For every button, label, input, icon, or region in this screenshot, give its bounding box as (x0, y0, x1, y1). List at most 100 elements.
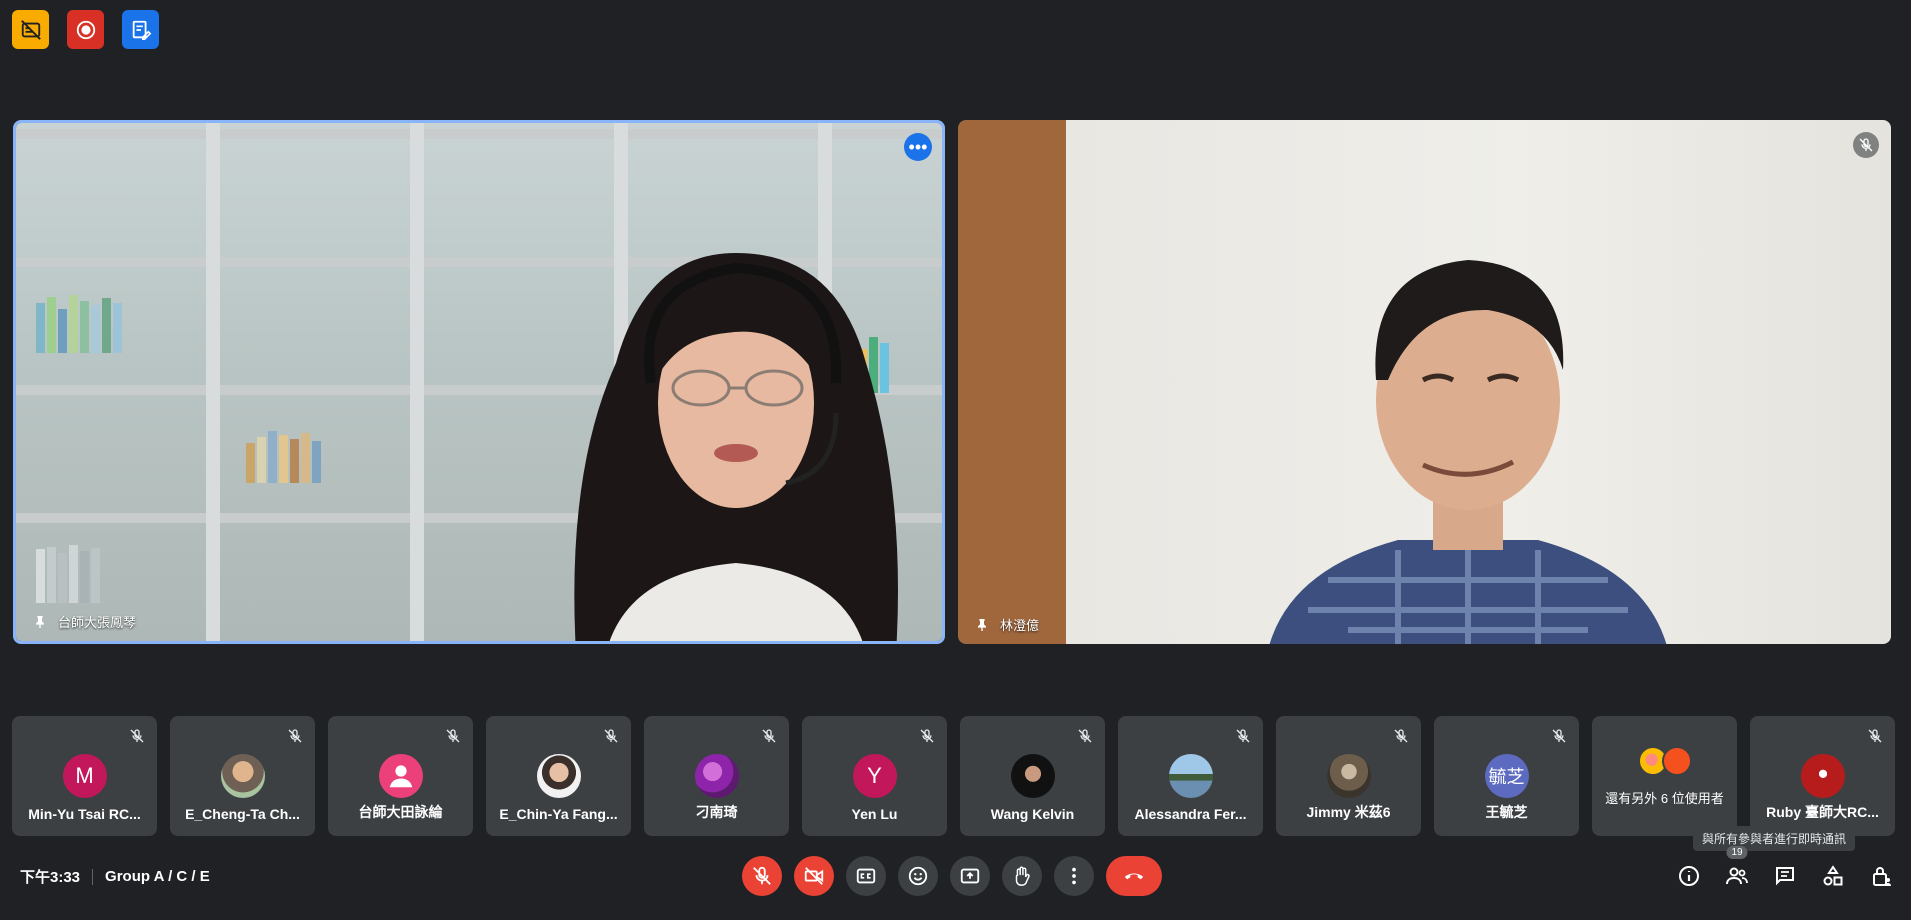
participant-tile[interactable]: Y Yen Lu (802, 716, 947, 836)
closed-captions-icon (856, 868, 876, 884)
others-count-label: 還有另外 6 位使用者 (1605, 791, 1724, 806)
main-video-tile-1[interactable]: ••• 台師大張鳳琴 (13, 120, 945, 644)
mic-toggle-button[interactable] (742, 856, 782, 896)
mic-off-icon (762, 729, 776, 743)
notes-indicator[interactable] (122, 10, 159, 49)
hangup-icon (1124, 873, 1144, 880)
tile-mic-off-badge (1853, 132, 1879, 158)
mic-off-icon (604, 729, 618, 743)
notes-icon (132, 20, 151, 40)
participant-tile[interactable]: M Min-Yu Tsai RC... (12, 716, 157, 836)
mic-off-icon (1868, 729, 1882, 743)
meeting-name: Group A / C / E (105, 868, 210, 885)
pin-icon[interactable] (974, 617, 990, 633)
participant-name: Yen Lu (851, 806, 898, 822)
avatar-logo (1800, 754, 1845, 798)
participant-name: Ruby 臺師大RC... (1766, 804, 1879, 820)
books-decor (246, 423, 321, 483)
mic-off-icon (1394, 729, 1408, 743)
reactions-button[interactable] (898, 856, 938, 896)
participant-tile[interactable]: E_Cheng-Ta Ch... (170, 716, 315, 836)
pin-icon[interactable] (32, 614, 48, 630)
people-button[interactable]: 19 (1721, 846, 1753, 892)
more-horiz-icon: ••• (908, 137, 928, 157)
mic-off-icon (1552, 729, 1566, 743)
side-panel-controls: 19 (1673, 846, 1897, 892)
people-count-badge: 19 (1726, 846, 1748, 859)
avatar-photo (694, 754, 739, 798)
avatar: Y (852, 754, 897, 798)
avatar-photo (1326, 754, 1371, 798)
raise-hand-button[interactable] (1002, 856, 1042, 896)
participant-name: Wang Kelvin (990, 806, 1075, 822)
record-icon (76, 20, 95, 39)
captions-off-icon (20, 19, 41, 40)
leave-call-button[interactable] (1106, 856, 1162, 896)
present-screen-button[interactable] (950, 856, 990, 896)
main-tile-name: 林澄億 (1000, 618, 1040, 633)
info-icon (1679, 866, 1699, 886)
person-icon (389, 765, 412, 788)
chat-button[interactable] (1769, 860, 1801, 892)
main-tile-name-label: 台師大張鳳琴 (32, 612, 136, 631)
more-vert-icon (1072, 867, 1076, 885)
participant-tile[interactable]: Wang Kelvin (960, 716, 1105, 836)
main-tile-name: 台師大張鳳琴 (58, 615, 137, 630)
hand-icon (1015, 866, 1030, 886)
divider (92, 868, 94, 885)
others-tile[interactable]: 還有另外 6 位使用者 (1592, 716, 1737, 836)
avatar-generic (378, 754, 423, 798)
top-indicators (12, 10, 159, 49)
books-decor (36, 293, 122, 353)
avatar-photo (536, 754, 581, 798)
activities-button[interactable] (1817, 860, 1849, 892)
participant-tile[interactable]: Jimmy 米茲6 (1276, 716, 1421, 836)
mic-off-icon (753, 866, 771, 885)
chat-icon (1776, 867, 1794, 886)
participant-name: 王毓芝 (1485, 804, 1528, 820)
mic-off-icon (1859, 138, 1873, 152)
bottom-toolbar: 下午3:33 Group A / C / E 19 (0, 846, 1911, 896)
tile-more-options-button[interactable]: ••• (904, 133, 932, 161)
avatar-photo (1010, 754, 1055, 798)
avatar-photo (1168, 754, 1213, 798)
lock-person-icon (1873, 867, 1891, 886)
recording-indicator[interactable] (67, 10, 104, 49)
people-icon (1726, 867, 1748, 885)
participant-tile[interactable]: 刁南琦 (644, 716, 789, 836)
participant-name: E_Cheng-Ta Ch... (185, 806, 300, 822)
avatar-photo (220, 754, 265, 798)
present-icon (960, 868, 980, 884)
participant-tile[interactable]: 毓芝 王毓芝 (1434, 716, 1579, 836)
video-background-bookshelf (16, 123, 942, 641)
participant-name: Alessandra Fer... (1134, 806, 1247, 822)
meeting-time: 下午3:33 (20, 869, 81, 886)
host-controls-button[interactable] (1865, 860, 1897, 892)
activities-icon (1823, 865, 1843, 886)
participant-tile[interactable]: Alessandra Fer... (1118, 716, 1263, 836)
participant-name: 台師大田詠綸 (358, 804, 443, 820)
mic-off-icon (446, 729, 460, 743)
captions-button[interactable] (846, 856, 886, 896)
avatar: M (62, 754, 107, 798)
participant-name: 刁南琦 (695, 804, 738, 820)
participant-tile[interactable]: Ruby 臺師大RC... (1750, 716, 1895, 836)
participant-video-person (1269, 260, 1667, 644)
avatar-generic (1661, 746, 1692, 776)
captions-off-indicator[interactable] (12, 10, 49, 49)
participant-name: Jimmy 米茲6 (1306, 804, 1391, 820)
call-controls (742, 856, 1162, 896)
participant-strip: M Min-Yu Tsai RC... E_Cheng-Ta Ch... 台師大… (12, 716, 1895, 836)
avatar: 毓芝 (1484, 754, 1529, 798)
emoji-icon (908, 866, 928, 886)
participant-name: Min-Yu Tsai RC... (28, 806, 141, 822)
mic-off-icon (1236, 729, 1250, 743)
participant-tile[interactable]: E_Chin-Ya Fang... (486, 716, 631, 836)
camera-toggle-button[interactable] (794, 856, 834, 896)
participant-tile[interactable]: 台師大田詠綸 (328, 716, 473, 836)
participant-name: E_Chin-Ya Fang... (499, 806, 618, 822)
meeting-details-button[interactable] (1673, 860, 1705, 892)
camera-off-icon (804, 867, 824, 885)
more-options-button[interactable] (1054, 856, 1094, 896)
main-video-tile-2[interactable]: 林澄億 (958, 120, 1891, 644)
